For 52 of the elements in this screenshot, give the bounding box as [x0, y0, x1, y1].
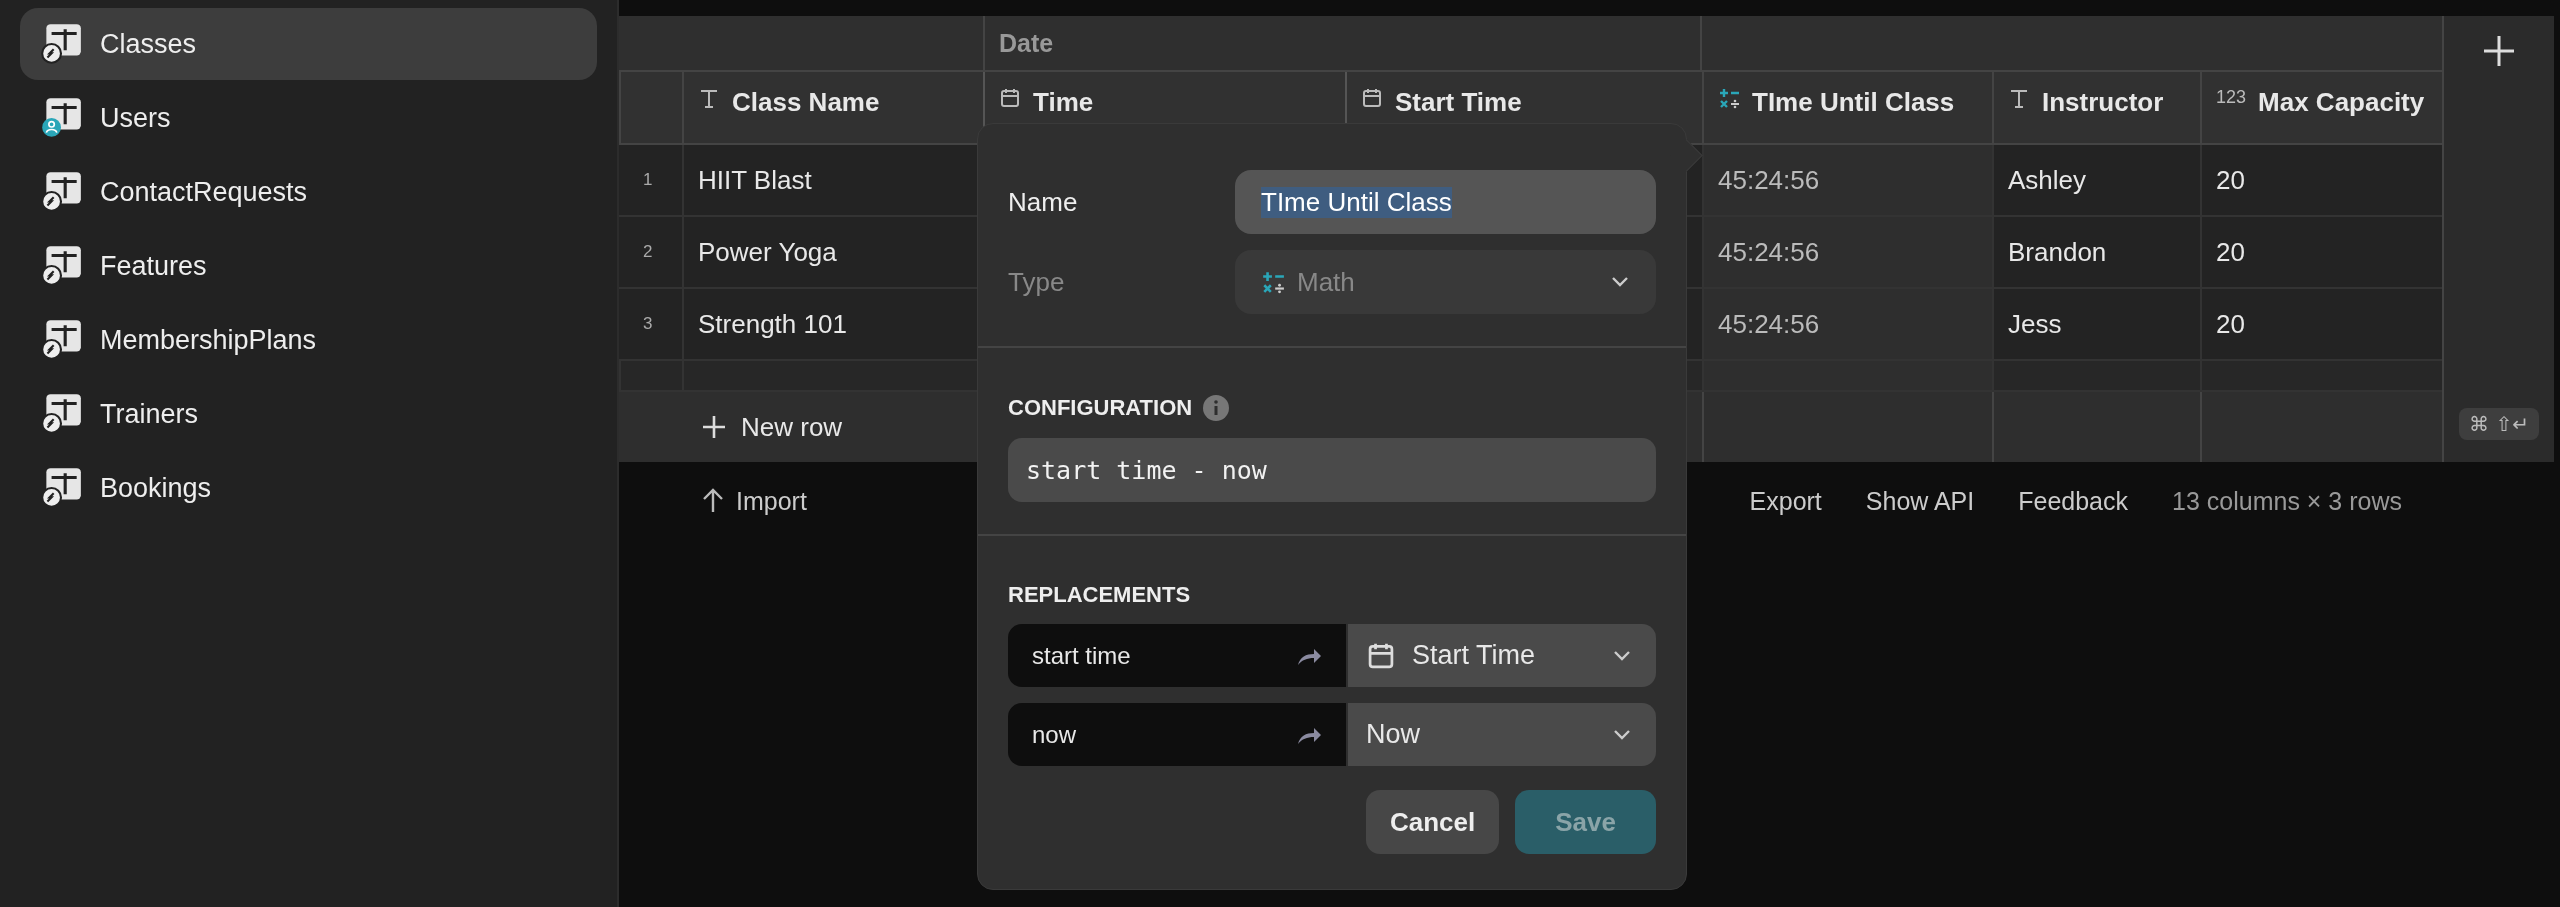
- column-header[interactable]: 123 Max Capacity: [2200, 72, 2442, 145]
- number-type-label: 123: [2216, 87, 2247, 108]
- text-type-icon: [2008, 87, 2030, 109]
- token-field: now: [1008, 703, 1346, 766]
- shortcut-hint: ⌘ ⇧↵: [2459, 408, 2539, 440]
- formula-field[interactable]: start time - now: [1008, 438, 1656, 502]
- token-field: start time: [1008, 624, 1346, 687]
- table-cell: 20: [2200, 145, 2442, 217]
- row-number: 1: [619, 145, 682, 217]
- sidebar-item[interactable]: Features: [20, 230, 597, 302]
- math-icon: [1718, 87, 1740, 109]
- table-icon: [38, 21, 84, 67]
- column-header[interactable]: TIme Until Class: [1702, 72, 1992, 145]
- plus-icon: [701, 414, 727, 440]
- group-header: Date: [983, 16, 1702, 72]
- sidebar-item[interactable]: Classes: [20, 8, 597, 80]
- table-cell: Jess: [1992, 289, 2200, 361]
- sidebar-item[interactable]: ContactRequests: [20, 156, 597, 228]
- target-dropdown[interactable]: Now: [1348, 703, 1656, 766]
- section-heading: CONFIGURATION: [1008, 395, 1193, 421]
- cancel-button[interactable]: Cancel: [1366, 790, 1500, 854]
- arrow-up-icon: [702, 488, 724, 514]
- table-cell: Ashley: [1992, 145, 2200, 217]
- row-number: 2: [619, 217, 682, 289]
- footer-link[interactable]: Feedback: [2018, 486, 2129, 516]
- info-icon: [1202, 394, 1231, 422]
- field-label: Type: [1008, 266, 1066, 298]
- table-cell: 45:24:56: [1702, 217, 1992, 289]
- text-type-icon: [698, 87, 720, 109]
- table-cell: 20: [2200, 217, 2442, 289]
- sidebar-item[interactable]: Trainers: [20, 378, 597, 450]
- target-dropdown[interactable]: Start Time: [1348, 624, 1656, 687]
- table-cell: 45:24:56: [1702, 289, 1992, 361]
- table-cell: 45:24:56: [1702, 145, 1992, 217]
- table-cell: 20: [2200, 289, 2442, 361]
- row-number: 3: [619, 289, 682, 361]
- math-icon: [1261, 270, 1285, 294]
- sidebar-item[interactable]: Users: [20, 82, 597, 154]
- name-field[interactable]: TIme Until Class: [1235, 170, 1656, 234]
- calendar-icon: [1361, 87, 1383, 109]
- sidebar-item[interactable]: Bookings: [20, 452, 597, 524]
- footer-link[interactable]: Show API: [1865, 486, 1975, 516]
- footer-link[interactable]: Export: [1749, 486, 1822, 516]
- sidebar-item[interactable]: MembershipPlans: [20, 304, 597, 376]
- table-cell: Brandon: [1992, 217, 2200, 289]
- column-header[interactable]: Instructor: [1992, 72, 2200, 145]
- calendar-icon: [999, 87, 1021, 109]
- section-heading: REPLACEMENTS: [1008, 582, 1192, 608]
- import-link[interactable]: Import: [702, 486, 807, 516]
- plus-icon: [2482, 34, 2516, 68]
- field-label: Name: [1008, 186, 1079, 218]
- table-summary: 13 columns × 3 rows: [2172, 486, 2402, 516]
